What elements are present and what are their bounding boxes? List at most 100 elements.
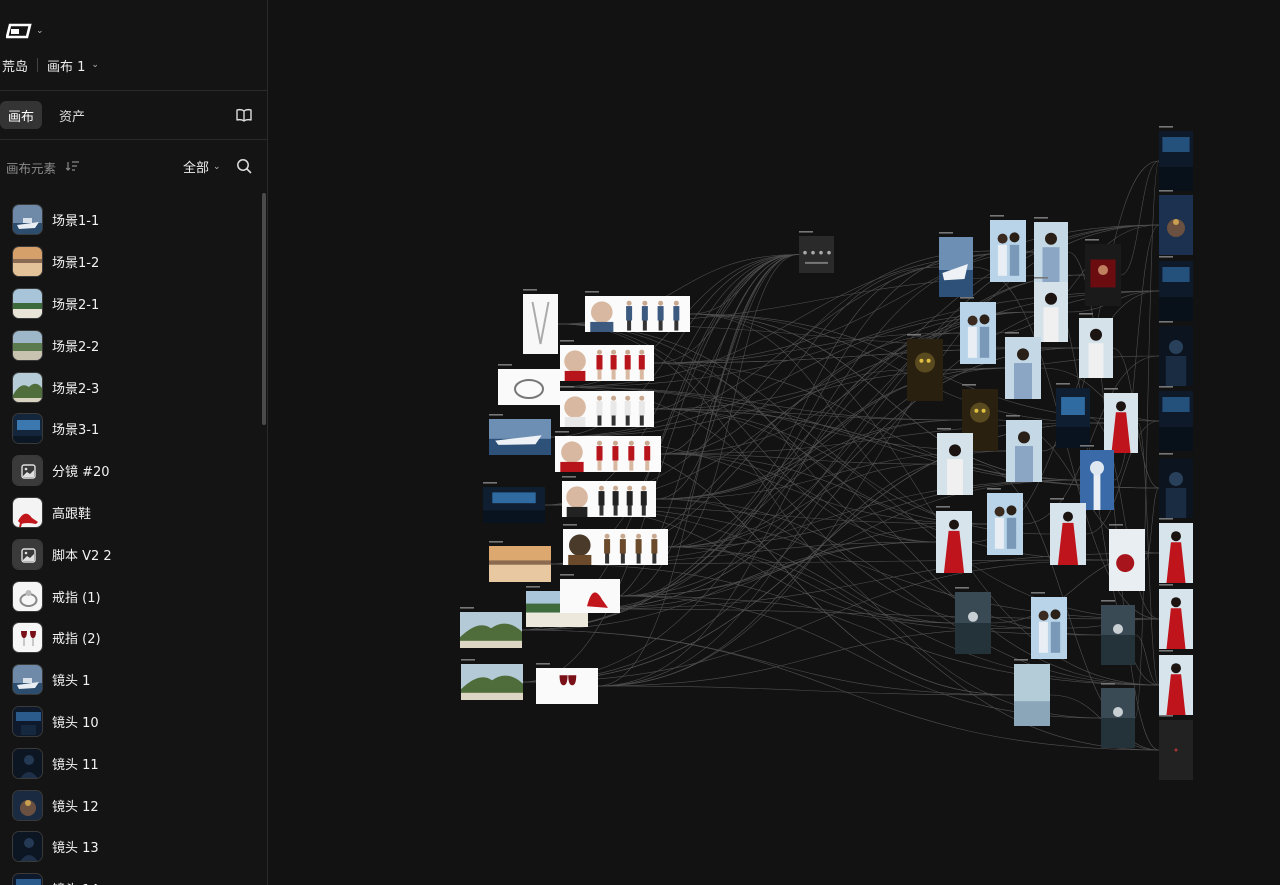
filter-dropdown[interactable]: 全部 ⌄ (183, 157, 221, 176)
element-label: 镜头 13 (52, 841, 99, 857)
element-label: 场景3-1 (52, 423, 100, 439)
canvas-node[interactable] (489, 541, 551, 582)
canvas-node[interactable] (960, 297, 996, 364)
filter-bar: 画布元素 全部 ⌄ (0, 152, 268, 180)
list-item[interactable]: 场景2-2 (0, 324, 262, 366)
list-item[interactable]: 镜头 10 (0, 701, 262, 743)
canvas-node[interactable] (799, 231, 834, 273)
canvas-node[interactable] (560, 386, 654, 427)
tab-assets[interactable]: 资产 (50, 101, 94, 129)
element-label: 场景2-2 (52, 339, 100, 355)
list-item[interactable]: 脚本 V2 2 (0, 533, 262, 575)
canvas-node[interactable] (1080, 445, 1114, 510)
list-item[interactable]: 戒指 (1) (0, 575, 262, 617)
list-item[interactable]: 场景2-1 (0, 283, 262, 325)
element-label: 镜头 11 (52, 757, 99, 773)
canvas-node[interactable] (955, 587, 991, 654)
canvas-node[interactable] (560, 574, 620, 613)
element-thumbnail (12, 246, 43, 278)
canvas-node[interactable] (1159, 715, 1193, 780)
element-thumbnail (12, 705, 43, 737)
canvas-node[interactable] (563, 524, 668, 565)
element-thumbnail (12, 204, 43, 236)
list-item[interactable]: 场景2-3 (0, 366, 262, 408)
canvas-area[interactable] (269, 0, 1280, 885)
canvas-node[interactable] (562, 476, 656, 517)
divider (0, 139, 268, 140)
canvas-node[interactable] (1101, 600, 1135, 665)
search-icon[interactable] (236, 158, 252, 174)
project-name[interactable]: 荒岛 (2, 56, 28, 75)
canvas-node[interactable] (536, 663, 598, 704)
canvas-node[interactable] (937, 428, 973, 495)
list-item[interactable]: 镜头 13 (0, 826, 262, 868)
canvas-node[interactable] (523, 289, 558, 354)
list-item[interactable]: 分镜 #20 (0, 450, 262, 492)
canvas-node[interactable] (1006, 415, 1042, 482)
list-item[interactable]: 高跟鞋 (0, 492, 262, 534)
canvas-node[interactable] (460, 607, 522, 648)
canvas-node[interactable] (498, 364, 560, 405)
list-item[interactable]: 镜头 11 (0, 742, 262, 784)
canvas-node[interactable] (489, 414, 551, 455)
canvas-node[interactable] (1005, 332, 1041, 399)
canvas-node[interactable] (1159, 518, 1193, 583)
canvas-node[interactable] (1101, 683, 1135, 748)
list-item[interactable]: 场景1-1 (0, 199, 262, 241)
canvas-node[interactable] (1159, 321, 1193, 386)
element-thumbnail (12, 622, 43, 654)
canvas-node[interactable] (1056, 383, 1090, 448)
canvas-selector[interactable]: 画布 1 ⌄ (47, 56, 99, 75)
element-thumbnail (12, 413, 43, 445)
list-item[interactable]: 镜头 12 (0, 784, 262, 826)
list-item[interactable]: 场景1-2 (0, 241, 262, 283)
canvas-node[interactable] (990, 215, 1026, 282)
list-item[interactable]: 镜头 14 (0, 868, 262, 885)
canvas-node[interactable] (560, 340, 654, 381)
element-thumbnail (12, 371, 43, 403)
canvas-node[interactable] (939, 232, 973, 297)
canvas-node[interactable] (1014, 659, 1050, 726)
canvas-node[interactable] (1159, 584, 1193, 649)
element-label: 戒指 (2) (52, 632, 101, 648)
canvas-node[interactable] (1109, 524, 1145, 591)
app-menu-button[interactable]: ⌄ (6, 20, 44, 42)
canvas-node[interactable] (461, 659, 523, 700)
element-thumbnail (12, 287, 43, 319)
canvas-node[interactable] (1159, 650, 1193, 715)
canvas-node[interactable] (1034, 217, 1068, 282)
canvas-node[interactable] (987, 488, 1023, 555)
list-item[interactable]: 镜头 1 (0, 659, 262, 701)
divider (37, 58, 39, 72)
book-open-icon[interactable] (236, 108, 252, 122)
tab-canvas[interactable]: 画布 (0, 101, 42, 129)
canvas-node[interactable] (1159, 386, 1193, 451)
canvas-node[interactable] (1159, 190, 1193, 255)
canvas-node[interactable] (555, 431, 661, 472)
canvas-node[interactable] (1159, 453, 1193, 518)
connector-line (660, 254, 800, 455)
canvas-node[interactable] (483, 482, 545, 523)
element-thumbnail (12, 747, 43, 779)
canvas-node[interactable] (1079, 313, 1113, 378)
divider (0, 90, 268, 91)
list-item[interactable]: 戒指 (2) (0, 617, 262, 659)
list-item[interactable]: 场景3-1 (0, 408, 262, 450)
element-thumbnail (12, 329, 43, 361)
filter-label: 画布元素 (6, 161, 57, 176)
canvas-node[interactable] (936, 506, 972, 573)
canvas-node[interactable] (1159, 256, 1193, 321)
element-label: 分镜 #20 (52, 465, 110, 481)
element-label: 镜头 12 (52, 799, 99, 815)
canvas-node[interactable] (1085, 239, 1121, 306)
canvas-node[interactable] (1050, 498, 1086, 565)
canvas-node[interactable] (585, 291, 690, 332)
canvas-node[interactable] (1104, 388, 1138, 453)
canvas-node[interactable] (1159, 126, 1193, 191)
canvas-node[interactable] (1034, 277, 1068, 342)
sort-icon[interactable] (66, 160, 80, 172)
connector-line (522, 559, 1110, 683)
scrollbar[interactable] (262, 193, 266, 425)
canvas-node[interactable] (1031, 592, 1067, 659)
canvas-node[interactable] (907, 334, 943, 401)
